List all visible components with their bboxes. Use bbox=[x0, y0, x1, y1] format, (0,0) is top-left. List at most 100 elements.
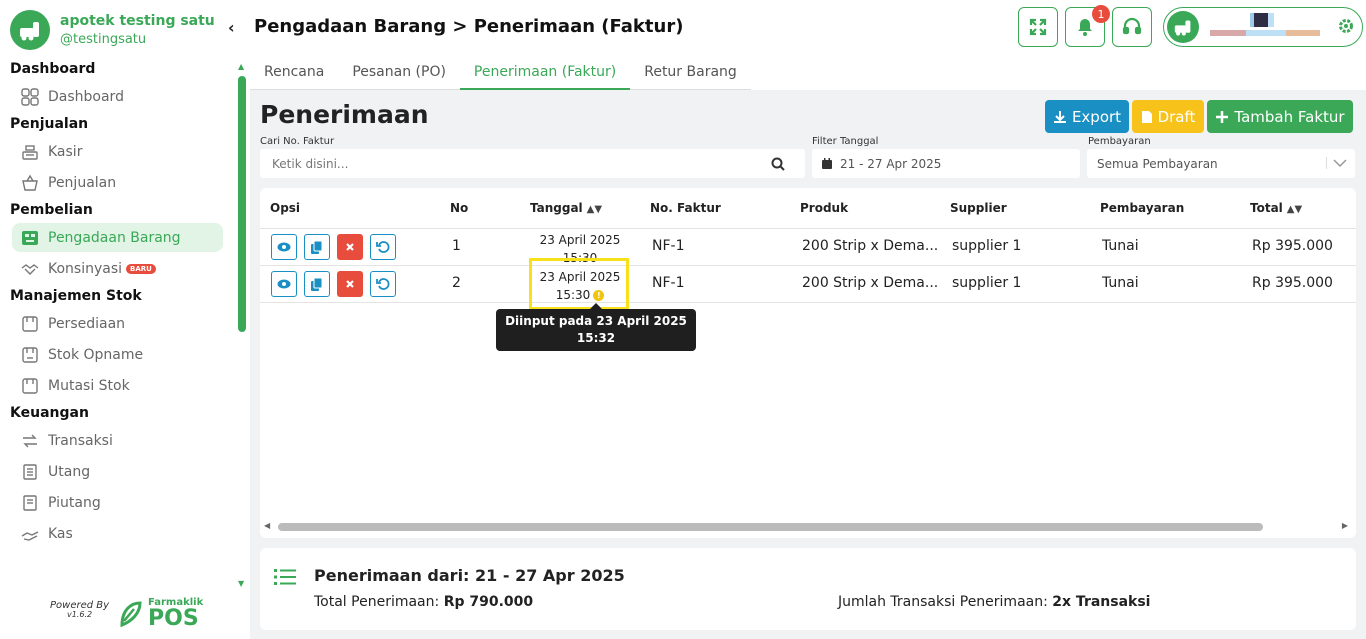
row-total: Rp 395.000 bbox=[1252, 275, 1333, 291]
sidebar-item-transaksi[interactable]: Transaksi bbox=[12, 426, 223, 455]
column-supplier: Supplier bbox=[950, 201, 1007, 215]
row-actions bbox=[271, 271, 396, 297]
sidebar-item-piutang[interactable]: Piutang bbox=[12, 488, 223, 517]
row-invoice-number[interactable]: NF-1 bbox=[652, 238, 684, 254]
ledger-icon bbox=[20, 462, 40, 482]
invoice-table: Opsi No Tanggal ▲▼ No. Faktur Produk Supp… bbox=[260, 188, 1356, 538]
row-supplier: supplier 1 bbox=[952, 238, 1022, 254]
undo-icon bbox=[376, 241, 390, 253]
sidebar-item-mutasi-stok[interactable]: Mutasi Stok bbox=[12, 371, 223, 400]
clipboard-icon bbox=[20, 345, 40, 365]
section-title: Penerimaan bbox=[260, 100, 429, 129]
summary-count: Jumlah Transaksi Penerimaan: 2x Transaks… bbox=[838, 594, 1151, 610]
scroll-left-arrow-icon[interactable]: ◀ bbox=[264, 521, 270, 530]
grid-icon bbox=[20, 87, 40, 107]
sidebar-item-stok-opname[interactable]: Stok Opname bbox=[12, 340, 223, 369]
page-title: Pengadaan Barang > Penerimaan (Faktur) bbox=[254, 16, 684, 37]
input-time-tooltip: Diinput pada 23 April 2025 15:32 bbox=[496, 303, 696, 351]
sidebar-item-label: Pengadaan Barang bbox=[48, 229, 181, 246]
highlight-box bbox=[529, 258, 629, 310]
undo-button[interactable] bbox=[370, 234, 396, 260]
table-horizontal-scrollbar[interactable]: ◀ ▶ bbox=[260, 520, 1356, 534]
store-username: @testingsatu bbox=[60, 31, 147, 47]
sidebar-item-pengadaan-barang[interactable]: Pengadaan Barang bbox=[12, 223, 223, 252]
top-header: Pengadaan Barang > Penerimaan (Faktur) 1 bbox=[250, 0, 1366, 56]
row-invoice-number[interactable]: NF-1 bbox=[652, 275, 684, 291]
nav-section-keuangan: Keuangan bbox=[10, 405, 89, 421]
sidebar-item-label: Penjualan bbox=[48, 174, 117, 191]
column-opsi: Opsi bbox=[270, 201, 301, 215]
sidebar-item-label: Mutasi Stok bbox=[48, 377, 130, 394]
table-scroll-thumb[interactable] bbox=[278, 523, 1263, 531]
cash-register-icon bbox=[20, 142, 40, 162]
sidebar-item-kasir[interactable]: Kasir bbox=[12, 137, 223, 166]
sidebar-item-konsinyasi[interactable]: Konsinyasi BARU bbox=[12, 254, 223, 283]
sort-icon: ▲▼ bbox=[1286, 204, 1303, 215]
sidebar-scroll-thumb[interactable] bbox=[238, 76, 246, 332]
sidebar-item-persediaan[interactable]: Persediaan bbox=[12, 309, 223, 338]
sidebar-item-label: Persediaan bbox=[48, 315, 126, 332]
copy-button[interactable] bbox=[304, 234, 330, 260]
add-invoice-button[interactable]: Tambah Faktur bbox=[1207, 100, 1353, 133]
bell-icon bbox=[1078, 19, 1092, 36]
download-icon bbox=[1053, 110, 1066, 123]
store-logo-icon bbox=[10, 10, 50, 50]
headset-icon bbox=[1122, 17, 1142, 35]
delete-button[interactable] bbox=[337, 234, 363, 260]
view-button[interactable] bbox=[271, 271, 297, 297]
fullscreen-button[interactable] bbox=[1018, 7, 1058, 47]
redacted-profile-info bbox=[1210, 13, 1320, 36]
draft-button[interactable]: Draft bbox=[1132, 100, 1204, 133]
tab-retur-barang[interactable]: Retur Barang bbox=[630, 56, 751, 90]
exchange-icon bbox=[20, 431, 40, 451]
table-header: Opsi No Tanggal ▲▼ No. Faktur Produk Supp… bbox=[260, 188, 1356, 229]
sidebar-item-label: Konsinyasi bbox=[48, 260, 123, 277]
row-supplier: supplier 1 bbox=[952, 275, 1022, 291]
notification-count-badge: 1 bbox=[1092, 5, 1110, 23]
date-filter-label: Filter Tanggal bbox=[812, 136, 879, 147]
nav-section-pembelian: Pembelian bbox=[10, 202, 93, 218]
tab-bar: Rencana Pesanan (PO) Penerimaan (Faktur)… bbox=[250, 56, 1366, 90]
sidebar-scrollbar[interactable]: ▲ ▼ bbox=[236, 60, 248, 588]
handshake-icon bbox=[20, 259, 40, 279]
tab-rencana[interactable]: Rencana bbox=[250, 56, 338, 90]
sidebar-item-kas[interactable]: Kas bbox=[12, 519, 223, 548]
support-button[interactable] bbox=[1112, 7, 1152, 47]
app-version: v1.6.2 bbox=[66, 610, 93, 619]
undo-icon bbox=[376, 278, 390, 290]
search-input[interactable]: Ketik disini... bbox=[260, 149, 805, 178]
scroll-up-arrow-icon[interactable]: ▲ bbox=[238, 62, 244, 71]
sidebar-item-label: Dashboard bbox=[48, 88, 124, 105]
nav-section-penjualan: Penjualan bbox=[10, 116, 89, 132]
copy-icon bbox=[311, 277, 323, 291]
row-actions bbox=[271, 234, 396, 260]
brand[interactable]: apotek testing satu @testingsatu bbox=[10, 10, 215, 50]
column-total[interactable]: Total ▲▼ bbox=[1250, 201, 1302, 215]
sidebar-item-utang[interactable]: Utang bbox=[12, 457, 223, 486]
scroll-down-arrow-icon[interactable]: ▼ bbox=[238, 579, 244, 588]
collapse-sidebar-icon[interactable]: ‹ bbox=[228, 18, 235, 37]
powered-by: Powered By v1.6.2 bbox=[50, 600, 110, 619]
column-tanggal[interactable]: Tanggal ▲▼ bbox=[530, 201, 602, 215]
sort-icon: ▲▼ bbox=[586, 204, 603, 215]
summary-total: Total Penerimaan: Rp 790.000 bbox=[314, 594, 534, 610]
copy-button[interactable] bbox=[304, 271, 330, 297]
sidebar-item-dashboard[interactable]: Dashboard bbox=[12, 82, 223, 111]
notification-button[interactable]: 1 bbox=[1065, 5, 1110, 47]
row-no: 2 bbox=[452, 275, 461, 291]
column-no-faktur: No. Faktur bbox=[650, 201, 721, 215]
sidebar-item-penjualan[interactable]: Penjualan bbox=[12, 168, 223, 197]
delete-button[interactable] bbox=[337, 271, 363, 297]
date-filter-input[interactable]: 21 - 27 Apr 2025 bbox=[812, 149, 1080, 178]
view-button[interactable] bbox=[271, 234, 297, 260]
profile-menu[interactable] bbox=[1163, 7, 1363, 47]
tab-pesanan-po[interactable]: Pesanan (PO) bbox=[338, 56, 460, 90]
undo-button[interactable] bbox=[370, 271, 396, 297]
column-no: No bbox=[450, 201, 469, 215]
scroll-right-arrow-icon[interactable]: ▶ bbox=[1342, 521, 1348, 530]
payment-select[interactable]: Semua Pembayaran bbox=[1087, 149, 1355, 178]
tab-penerimaan-faktur[interactable]: Penerimaan (Faktur) bbox=[459, 56, 631, 90]
row-product: 200 Strip x Dema... bbox=[802, 275, 939, 291]
farmaklik-logo-icon bbox=[120, 601, 142, 628]
export-button[interactable]: Export bbox=[1045, 100, 1129, 133]
